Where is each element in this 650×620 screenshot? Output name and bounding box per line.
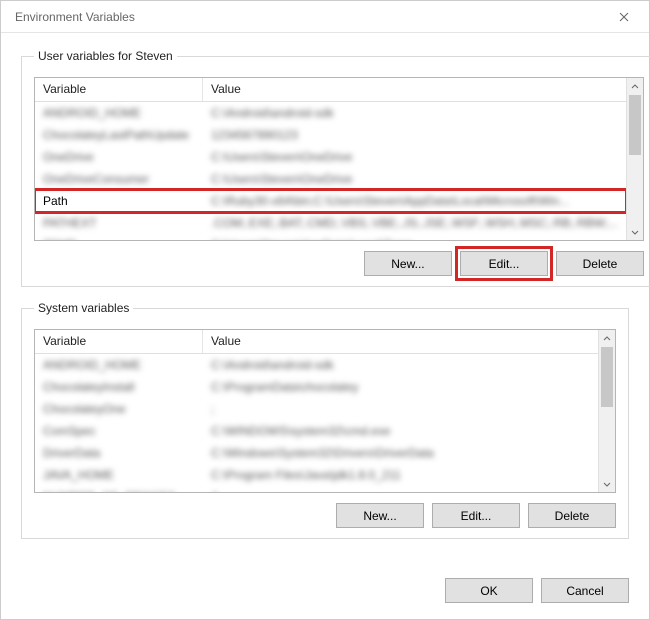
table-row[interactable]: ANDROID_HOME C:\Android\android-sdk xyxy=(35,354,598,376)
user-variables-legend: User variables for Steven xyxy=(34,49,177,63)
system-edit-button[interactable]: Edit... xyxy=(432,503,520,528)
list-header: Variable Value xyxy=(35,78,626,102)
user-delete-button[interactable]: Delete xyxy=(556,251,644,276)
close-button[interactable] xyxy=(609,5,639,29)
system-variables-legend: System variables xyxy=(34,301,133,315)
column-header-value[interactable]: Value xyxy=(203,330,598,353)
scroll-down-icon[interactable] xyxy=(599,475,615,492)
user-variables-group: User variables for Steven Variable Value… xyxy=(21,49,650,287)
table-row[interactable]: ChocolateyInstall C:\ProgramData\chocola… xyxy=(35,376,598,398)
column-header-variable[interactable]: Variable xyxy=(35,78,203,101)
user-buttons: New... Edit... Delete xyxy=(34,251,644,276)
table-row[interactable]: ChocolateyLastPathUpdate 1234567890123 xyxy=(35,124,626,146)
scrollbar[interactable] xyxy=(626,78,643,240)
scroll-thumb[interactable] xyxy=(601,347,613,407)
dialog-body: User variables for Steven Variable Value… xyxy=(1,33,649,572)
system-buttons: New... Edit... Delete xyxy=(34,503,616,528)
table-row[interactable]: TEMP C:\Users\Steven\AppData\Local\Temp xyxy=(35,234,626,240)
table-row[interactable]: DriverData C:\Windows\System32\Drivers\D… xyxy=(35,442,598,464)
titlebar: Environment Variables xyxy=(1,1,649,33)
table-row[interactable]: NUMBER_OF_PROCESSORS 4 xyxy=(35,486,598,492)
column-header-value[interactable]: Value xyxy=(203,78,626,101)
table-row[interactable]: JAVA_HOME C:\Program Files\Java\jdk1.8.0… xyxy=(35,464,598,486)
system-new-button[interactable]: New... xyxy=(336,503,424,528)
close-icon xyxy=(619,12,629,22)
window-title: Environment Variables xyxy=(15,10,135,24)
user-edit-button[interactable]: Edit... xyxy=(460,251,548,276)
user-new-button[interactable]: New... xyxy=(364,251,452,276)
table-row[interactable]: ANDROID_HOME C:\Android\android-sdk xyxy=(35,102,626,124)
system-variables-content: Variable Value ANDROID_HOME C:\Android\a… xyxy=(35,330,598,492)
table-row[interactable]: ComSpec C:\WINDOWS\system32\cmd.exe xyxy=(35,420,598,442)
system-variables-list[interactable]: Variable Value ANDROID_HOME C:\Android\a… xyxy=(34,329,616,493)
user-rows: ANDROID_HOME C:\Android\android-sdk Choc… xyxy=(35,102,626,240)
table-row[interactable]: PATHEXT .COM;.EXE;.BAT;.CMD;.VBS;.VBE;.J… xyxy=(35,212,626,234)
column-header-variable[interactable]: Variable xyxy=(35,330,203,353)
environment-variables-dialog: Environment Variables User variables for… xyxy=(0,0,650,620)
scroll-thumb[interactable] xyxy=(629,95,641,155)
scroll-up-icon[interactable] xyxy=(599,330,615,347)
table-row[interactable]: OneDrive C:\Users\Steven\OneDrive xyxy=(35,146,626,168)
table-row[interactable]: OneDriveConsumer C:\Users\Steven\OneDriv… xyxy=(35,168,626,190)
system-delete-button[interactable]: Delete xyxy=(528,503,616,528)
user-variables-content: Variable Value ANDROID_HOME C:\Android\a… xyxy=(35,78,626,240)
ok-button[interactable]: OK xyxy=(445,578,533,603)
dialog-footer: OK Cancel xyxy=(1,572,649,619)
list-header: Variable Value xyxy=(35,330,598,354)
path-variable-name: Path xyxy=(35,194,203,208)
scrollbar[interactable] xyxy=(598,330,615,492)
table-row[interactable]: ChocolateyOne ; xyxy=(35,398,598,420)
system-rows: ANDROID_HOME C:\Android\android-sdk Choc… xyxy=(35,354,598,492)
user-variables-list[interactable]: Variable Value ANDROID_HOME C:\Android\a… xyxy=(34,77,644,241)
scroll-up-icon[interactable] xyxy=(627,78,643,95)
scroll-down-icon[interactable] xyxy=(627,223,643,240)
system-variables-group: System variables Variable Value ANDROID_… xyxy=(21,301,629,539)
cancel-button[interactable]: Cancel xyxy=(541,578,629,603)
table-row-path[interactable]: Path C:\Ruby30-x64\bin;C:\Users\Steven\A… xyxy=(35,190,626,212)
